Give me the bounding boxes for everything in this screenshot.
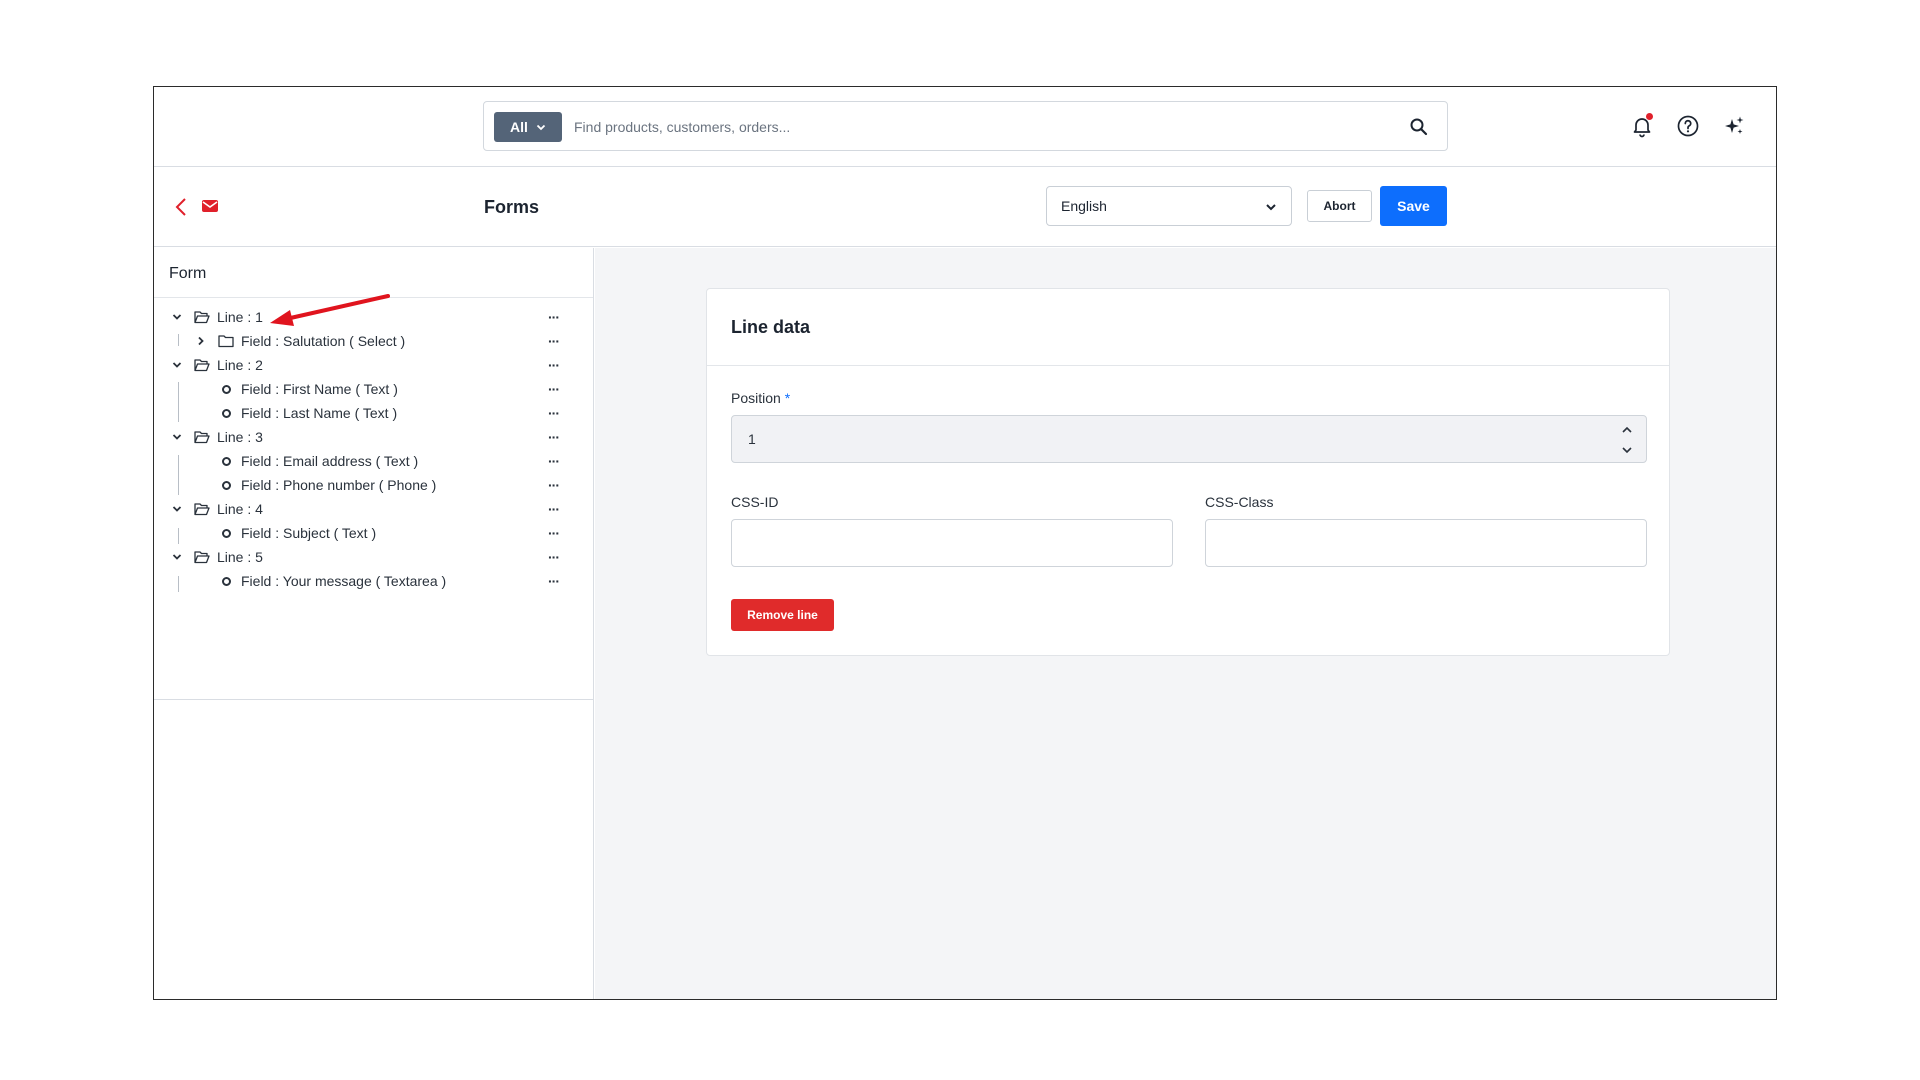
chevron-down-icon[interactable] (171, 551, 183, 563)
notifications-button[interactable] (1630, 113, 1654, 138)
more-options-icon[interactable]: ··· (548, 453, 560, 469)
search-scope-label: All (510, 119, 528, 135)
tree-node-line-2[interactable]: Line : 2 ··· (154, 353, 594, 377)
search-scope-dropdown[interactable]: All (494, 112, 562, 142)
more-options-icon[interactable]: ··· (548, 525, 560, 541)
back-arrow-icon[interactable] (172, 195, 192, 219)
app-window: All Forms English Abort (153, 86, 1777, 1000)
folder-open-icon (194, 311, 210, 324)
tree-node-label: Line : 1 (217, 309, 263, 325)
abort-button[interactable]: Abort (1307, 190, 1372, 222)
page-title: Forms (484, 197, 540, 217)
language-select[interactable]: English (1046, 186, 1292, 226)
bullet-icon (222, 577, 231, 586)
annotation-arrow-icon (270, 294, 390, 326)
more-options-icon[interactable]: ··· (548, 573, 560, 589)
tree-node-field-last-name[interactable]: Field : Last Name ( Text ) ··· (154, 401, 594, 425)
tree-node-label: Line : 2 (217, 357, 263, 373)
tree-heading: Form (154, 248, 593, 298)
tree-node-label: Field : First Name ( Text ) (241, 381, 398, 397)
position-label-text: Position (731, 390, 781, 406)
folder-open-icon (194, 551, 210, 564)
folder-open-icon (194, 431, 210, 444)
save-button[interactable]: Save (1380, 186, 1447, 226)
bullet-icon (222, 385, 231, 394)
bullet-icon (222, 481, 231, 490)
tree-node-label: Field : Your message ( Textarea ) (241, 573, 447, 589)
more-options-icon[interactable]: ··· (548, 405, 560, 421)
tree-node-label: Field : Last Name ( Text ) (241, 405, 398, 421)
help-button[interactable] (1676, 114, 1700, 138)
bullet-icon (222, 409, 231, 418)
top-bar: All (154, 87, 1776, 167)
css-id-label: CSS-ID (731, 494, 779, 510)
search-icon[interactable] (1409, 117, 1429, 137)
search-input[interactable] (574, 112, 1374, 142)
tree-node-line-3[interactable]: Line : 3 ··· (154, 425, 594, 449)
top-actions (1630, 113, 1746, 138)
folder-open-icon (194, 359, 210, 372)
detail-area: Line data Position * 1 CSS-ID CSS-Class … (595, 248, 1776, 999)
remove-line-button[interactable]: Remove line (731, 599, 834, 631)
css-id-input[interactable] (731, 519, 1173, 567)
tree-node-field-subject[interactable]: Field : Subject ( Text ) ··· (154, 521, 594, 545)
form-tree-panel: Form Line : 1 ··· Field : Salutation ( S… (154, 248, 594, 999)
sparkle-icon (1725, 116, 1744, 134)
chevron-down-icon[interactable] (171, 431, 183, 443)
divider (707, 365, 1669, 366)
css-class-label: CSS-Class (1205, 494, 1274, 510)
chevron-down-icon[interactable] (171, 503, 183, 515)
tree-node-label: Field : Salutation ( Select ) (241, 333, 406, 349)
chevron-down-icon (536, 124, 546, 131)
required-mark: * (784, 390, 791, 406)
more-options-icon[interactable]: ··· (548, 549, 560, 565)
tree-node-line-5[interactable]: Line : 5 ··· (154, 545, 594, 569)
more-options-icon[interactable]: ··· (548, 333, 560, 349)
position-input[interactable]: 1 (731, 415, 1647, 463)
global-search: All (483, 101, 1448, 151)
more-options-icon[interactable]: ··· (548, 309, 560, 325)
position-label: Position * (731, 390, 790, 406)
form-tree: Line : 1 ··· Field : Salutation ( Select… (154, 294, 594, 700)
folder-open-icon (194, 503, 210, 516)
tree-node-field-salutation[interactable]: Field : Salutation ( Select ) ··· (154, 329, 594, 353)
tree-node-field-message[interactable]: Field : Your message ( Textarea ) ··· (154, 569, 594, 593)
css-class-input[interactable] (1205, 519, 1647, 567)
language-value: English (1061, 198, 1107, 214)
more-options-icon[interactable]: ··· (548, 357, 560, 373)
bullet-icon (222, 457, 231, 466)
number-stepper-icon[interactable] (1620, 422, 1634, 458)
more-options-icon[interactable]: ··· (548, 477, 560, 493)
tree-node-label: Field : Phone number ( Phone ) (241, 477, 437, 493)
more-options-icon[interactable]: ··· (548, 501, 560, 517)
chevron-right-icon[interactable] (195, 335, 207, 347)
line-data-card: Line data Position * 1 CSS-ID CSS-Class … (706, 288, 1670, 656)
chevron-down-icon[interactable] (171, 311, 183, 323)
tree-node-label: Line : 3 (217, 429, 263, 445)
tree-node-label: Field : Subject ( Text ) (241, 525, 377, 541)
notification-dot (1646, 113, 1653, 120)
tree-node-line-4[interactable]: Line : 4 ··· (154, 497, 594, 521)
chevron-down-icon (1266, 204, 1276, 211)
tree-node-label: Line : 4 (217, 501, 263, 517)
envelope-icon (202, 200, 218, 212)
help-icon (1677, 115, 1699, 137)
bullet-icon (222, 529, 231, 538)
folder-icon (218, 335, 234, 348)
position-value: 1 (748, 431, 756, 447)
tree-node-label: Field : Email address ( Text ) (241, 453, 419, 469)
tree-node-field-phone[interactable]: Field : Phone number ( Phone ) ··· (154, 473, 594, 497)
ai-assistant-button[interactable] (1722, 114, 1746, 138)
tree-node-label: Line : 5 (217, 549, 263, 565)
card-title: Line data (731, 317, 811, 337)
tree-node-field-email[interactable]: Field : Email address ( Text ) ··· (154, 449, 594, 473)
chevron-down-icon[interactable] (171, 359, 183, 371)
tree-node-field-first-name[interactable]: Field : First Name ( Text ) ··· (154, 377, 594, 401)
page-header: Forms English Abort Save (154, 167, 1776, 247)
more-options-icon[interactable]: ··· (548, 429, 560, 445)
more-options-icon[interactable]: ··· (548, 381, 560, 397)
